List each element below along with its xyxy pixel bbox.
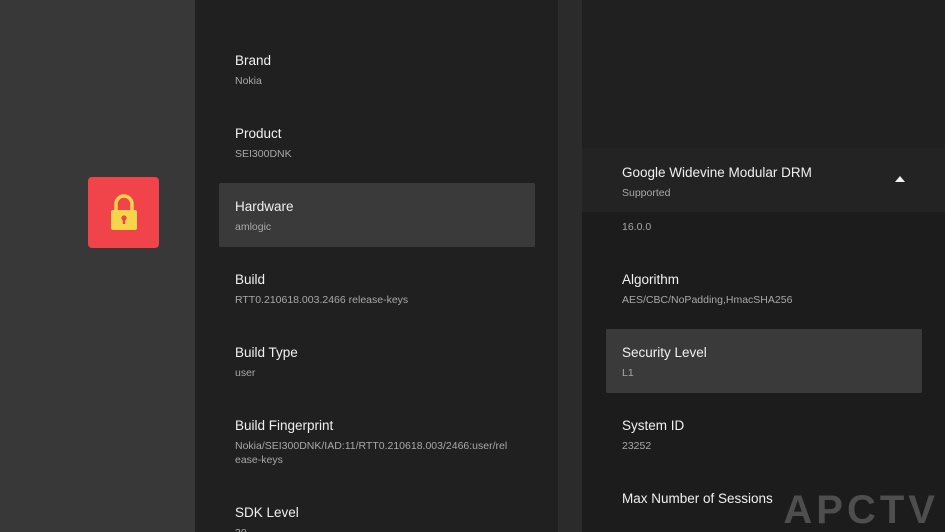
item-title: Brand	[235, 53, 272, 68]
item-title: Product	[235, 126, 282, 141]
lock-icon	[110, 193, 137, 230]
list-item-algorithm[interactable]: Algorithm AES/CBC/NoPadding,HmacSHA256	[606, 271, 922, 307]
list-item-build-type[interactable]: Build Type user	[219, 344, 535, 380]
list-item-hardware[interactable]: Hardware amlogic	[219, 183, 535, 247]
list-item-brand[interactable]: Brand Nokia	[219, 52, 535, 88]
drm-section-header[interactable]: Google Widevine Modular DRM Supported	[582, 148, 945, 212]
item-title: Hardware	[235, 199, 294, 214]
item-value: Nokia	[235, 75, 262, 87]
item-value: Nokia/SEI300DNK/IAD:11/RTT0.210618.003/2…	[235, 440, 508, 466]
item-value: user	[235, 367, 256, 379]
drm-status: Supported	[622, 187, 671, 199]
item-title: Security Level	[622, 345, 707, 360]
left-rail	[0, 0, 195, 532]
drm-info-panel: Google Widevine Modular DRM Supported 16…	[582, 0, 945, 532]
item-value: L1	[622, 367, 634, 379]
item-value: RTT0.210618.003.2466 release-keys	[235, 294, 409, 306]
item-value: 30	[235, 526, 519, 532]
app-icon	[88, 177, 159, 248]
item-value: 23252	[622, 440, 652, 452]
item-title: Build Fingerprint	[235, 418, 334, 433]
drm-version: 16.0.0	[622, 221, 652, 233]
item-title: Build Type	[235, 345, 298, 360]
item-value: AES/CBC/NoPadding,HmacSHA256	[622, 294, 793, 306]
list-item-sdk-level[interactable]: SDK Level 30	[219, 504, 535, 532]
screen: Brand Nokia Product SEI300DNK Hardware a…	[0, 0, 945, 532]
drm-version-item: 16.0.0	[606, 220, 922, 234]
item-value: amlogic	[235, 221, 272, 233]
item-title: Build	[235, 272, 266, 287]
device-info-panel: Brand Nokia Product SEI300DNK Hardware a…	[195, 0, 558, 532]
item-title: System ID	[622, 418, 685, 433]
list-item-product[interactable]: Product SEI300DNK	[219, 125, 535, 161]
item-value: SEI300DNK	[235, 148, 292, 160]
list-item-build-fingerprint[interactable]: Build Fingerprint Nokia/SEI300DNK/IAD:11…	[219, 417, 535, 467]
list-item-build[interactable]: Build RTT0.210618.003.2466 release-keys	[219, 271, 535, 307]
item-title: Algorithm	[622, 272, 680, 287]
panel-divider	[558, 0, 582, 532]
list-item-system-id[interactable]: System ID 23252	[606, 417, 922, 453]
collapse-caret-icon[interactable]	[895, 176, 905, 182]
drm-title: Google Widevine Modular DRM	[622, 165, 812, 180]
list-item-security-level[interactable]: Security Level L1	[606, 329, 922, 393]
drm-header-item: Google Widevine Modular DRM Supported	[606, 164, 922, 200]
watermark-logo: APCTV	[783, 488, 939, 532]
item-title: SDK Level	[235, 505, 299, 520]
